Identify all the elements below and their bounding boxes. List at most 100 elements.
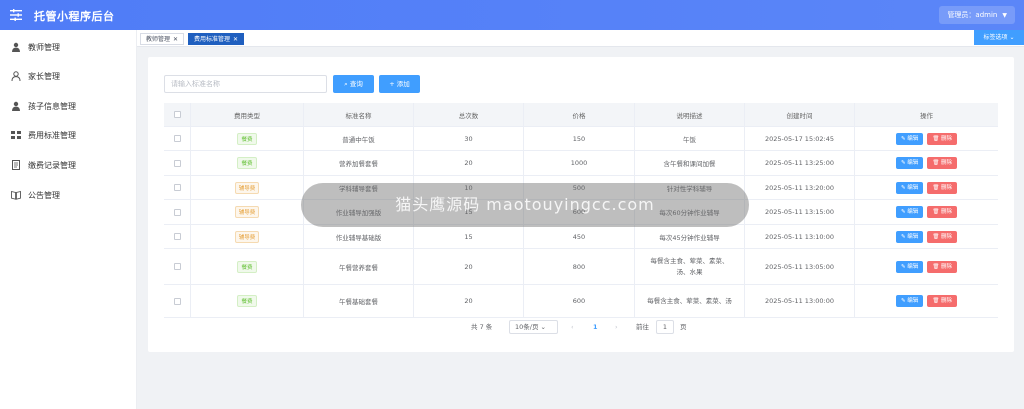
delete-button[interactable]: 🗑 删除 [927, 230, 958, 243]
goto-label: 前往 [636, 323, 649, 331]
tabs-bar: 教师管理 ✕ 费用标准管理 ✕ 标签选项 ⌄ [137, 30, 1024, 47]
select-all-cell [164, 103, 191, 126]
edit-button[interactable]: ✎ 编辑 [895, 132, 924, 145]
desc-cell: 含午餐和课间加餐 [635, 151, 745, 175]
delete-button[interactable]: 🗑 删除 [927, 181, 958, 194]
prev-page-icon[interactable]: ‹ [571, 320, 574, 334]
delete-label: 删除 [941, 184, 953, 191]
sidebar-item-child[interactable]: 孩子信息管理 [0, 96, 137, 116]
header-cell: 说明描述 [635, 103, 745, 126]
app-title: 托管小程序后台 [34, 10, 115, 23]
page-unit: 页 [680, 323, 687, 331]
created-cell: 2025-05-11 13:20:00 [745, 176, 855, 199]
edit-label: 编辑 [907, 209, 919, 215]
tab-options-button[interactable]: 标签选项 ⌄ [974, 30, 1024, 45]
count-cell: 20 [414, 151, 524, 175]
current-page[interactable]: 1 [593, 320, 598, 334]
user-icon [12, 42, 20, 52]
sidebar-item-announcements[interactable]: 公告管理 [0, 185, 137, 205]
row-checkbox[interactable] [173, 233, 181, 240]
fee-type-tag: 辅导费 [234, 206, 260, 218]
edit-icon: ✎ [900, 160, 906, 166]
tab-fee-standard[interactable]: 费用标准管理 ✕ [188, 33, 245, 45]
edit-button[interactable]: ✎ 编辑 [895, 181, 924, 194]
type-cell: 餐费 [191, 151, 304, 175]
sidebar-item-payment-records[interactable]: 缴费记录管理 [0, 155, 137, 175]
row-select-cell [164, 200, 191, 224]
delete-button[interactable]: 🗑 删除 [927, 260, 958, 273]
delete-label: 删除 [941, 263, 953, 270]
delete-label: 删除 [941, 135, 953, 142]
row-select-cell [164, 151, 191, 175]
type-cell: 辅导费 [191, 176, 304, 199]
delete-button[interactable]: 🗑 删除 [927, 132, 958, 145]
user-dropdown[interactable]: 管理员：admin ▼ [939, 6, 1015, 24]
sidebar-item-parent[interactable]: 家长管理 [0, 66, 137, 86]
fee-type-tag: 辅导费 [234, 181, 260, 194]
query-button[interactable]: ⌕ 查询 [333, 75, 374, 93]
fee-type-tag: 餐费 [237, 295, 257, 307]
delete-button[interactable]: 🗑 删除 [927, 157, 958, 169]
edit-icon: ✎ [900, 184, 906, 191]
type-cell: 餐费 [191, 127, 304, 150]
trash-icon: 🗑 [932, 298, 940, 304]
actions-cell: ✎ 编辑 🗑 删除 [855, 225, 998, 248]
select-all-checkbox[interactable] [173, 111, 181, 118]
row-select-cell [164, 285, 191, 317]
trash-icon: 🗑 [932, 160, 940, 166]
delete-button[interactable]: 🗑 删除 [927, 206, 958, 218]
row-checkbox[interactable] [173, 184, 181, 191]
desc-cell: 午饭 [635, 127, 745, 150]
row-checkbox[interactable] [173, 135, 181, 142]
edit-button[interactable]: ✎ 编辑 [895, 230, 924, 243]
add-label: 添加 [396, 80, 410, 88]
row-select-cell [164, 127, 191, 150]
sidebar-item-label: 费用标准管理 [28, 131, 76, 140]
row-checkbox[interactable] [173, 263, 181, 270]
chevron-down-icon: ⌄ [540, 323, 546, 331]
tab-teacher[interactable]: 教师管理 ✕ [140, 33, 185, 45]
sidebar-item-label: 孩子信息管理 [28, 102, 76, 111]
sidebar-item-label: 家长管理 [28, 72, 60, 81]
header-cell: 总次数 [414, 103, 524, 126]
search-input[interactable]: 请输入标准名称 [164, 75, 327, 93]
sidebar-item-teacher[interactable]: 教师管理 [0, 37, 137, 57]
name-cell: 普通中午饭 [304, 127, 414, 150]
name-cell: 营养加餐套餐 [304, 151, 414, 175]
name-cell: 午餐基础套餐 [304, 285, 414, 317]
edit-icon: ✎ [900, 298, 906, 304]
trash-icon: 🗑 [932, 135, 940, 142]
sidebar-item-fee-standard[interactable]: 费用标准管理 [0, 125, 137, 145]
row-checkbox[interactable] [173, 297, 181, 305]
user-label: 管理员：admin [947, 11, 998, 19]
add-button[interactable]: + 添加 [379, 75, 420, 93]
close-icon[interactable]: ✕ [233, 36, 238, 43]
fee-type-tag: 餐费 [237, 132, 257, 145]
page-size-select[interactable]: 10条/页 ⌄ [509, 320, 558, 334]
fee-type-tag: 餐费 [237, 260, 257, 273]
row-select-cell [164, 225, 191, 248]
edit-icon: ✎ [900, 263, 906, 270]
menu-toggle-icon[interactable] [10, 9, 22, 21]
created-cell: 2025-05-17 15:02:45 [745, 127, 855, 150]
edit-button[interactable]: ✎ 编辑 [895, 206, 924, 218]
fee-type-tag: 餐费 [237, 157, 257, 169]
edit-label: 编辑 [907, 263, 919, 270]
next-page-icon[interactable]: › [615, 320, 618, 334]
edit-button[interactable]: ✎ 编辑 [895, 157, 924, 169]
edit-button[interactable]: ✎ 编辑 [895, 260, 924, 273]
edit-button[interactable]: ✎ 编辑 [895, 295, 924, 307]
header-cell: 操作 [920, 111, 933, 120]
goto-page-input[interactable]: 1 [656, 320, 674, 334]
header-cell: 创建时间 [745, 103, 855, 126]
table-row: 辅导费 作业辅导基础版 15 450 每次45分钟作业辅导 2025-05-11… [164, 225, 998, 249]
delete-label: 删除 [941, 233, 953, 240]
price-cell: 150 [524, 127, 635, 150]
delete-label: 删除 [941, 298, 953, 304]
header-cell: 费用类型 [191, 103, 304, 126]
created-cell: 2025-05-11 13:25:00 [745, 151, 855, 175]
close-icon[interactable]: ✕ [173, 36, 178, 43]
row-checkbox[interactable] [173, 208, 181, 216]
row-checkbox[interactable] [173, 159, 181, 167]
delete-button[interactable]: 🗑 删除 [927, 295, 958, 307]
